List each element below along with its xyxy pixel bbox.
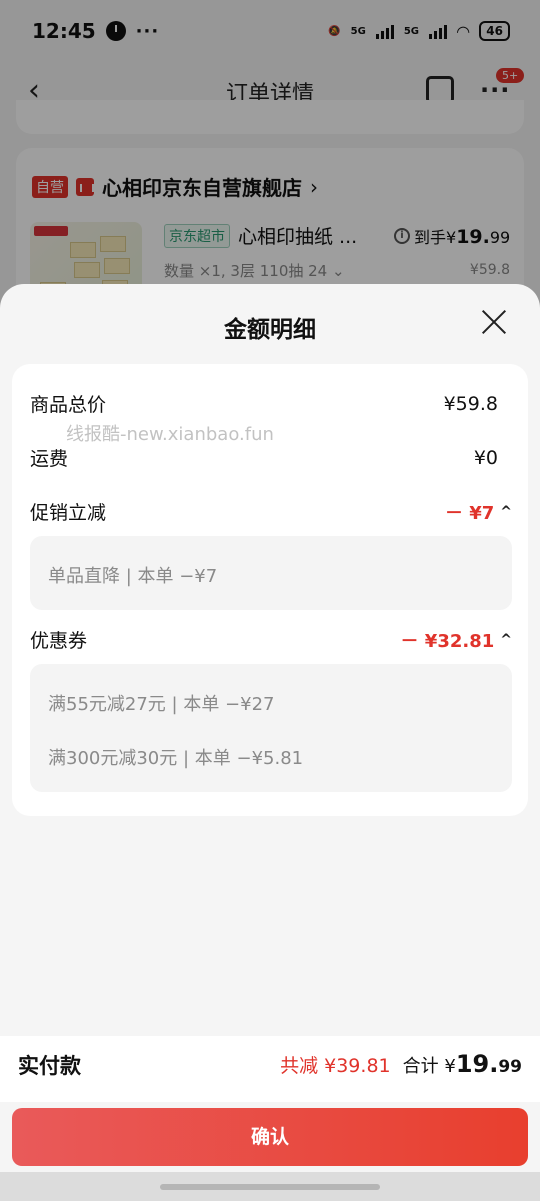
total-reduction: 共减 ¥39.81 bbox=[280, 1055, 391, 1077]
watermark: 线报酷-new.xianbao.fun bbox=[66, 424, 274, 445]
amount-detail-card: 商品总价 ¥59.8 线报酷-new.xianbao.fun 运费 ¥0 促销立… bbox=[12, 364, 528, 816]
row-promo[interactable]: 促销立减 － ¥7 ^ bbox=[30, 498, 512, 525]
sheet-title: 金额明细 bbox=[224, 317, 316, 343]
shipping-value: ¥0 bbox=[473, 446, 498, 469]
close-icon[interactable] bbox=[480, 308, 508, 336]
goods-total-label: 商品总价 bbox=[30, 394, 107, 416]
confirm-button[interactable]: 确认 bbox=[12, 1108, 528, 1166]
row-shipping: 运费 ¥0 bbox=[30, 444, 498, 471]
coupon-item: 满300元减30元 | 本单 −¥5.81 bbox=[48, 748, 304, 769]
promo-item: 单品直降 | 本单 −¥7 bbox=[48, 566, 218, 587]
promo-label: 促销立减 bbox=[30, 502, 107, 524]
home-indicator[interactable] bbox=[160, 1184, 380, 1190]
promo-detail-box: 单品直降 | 本单 −¥7 bbox=[30, 536, 512, 610]
shipping-label: 运费 bbox=[30, 448, 69, 470]
coupon-item: 满55元减27元 | 本单 −¥27 bbox=[48, 694, 275, 715]
total-amount: 合计 ¥19.99 bbox=[402, 1050, 522, 1078]
goods-total-value: ¥59.8 bbox=[443, 392, 498, 415]
row-goods-total: 商品总价 ¥59.8 bbox=[30, 390, 498, 417]
row-coupon[interactable]: 优惠券 － ¥32.81 ^ bbox=[30, 626, 512, 653]
promo-value[interactable]: － ¥7 ^ bbox=[445, 499, 512, 525]
actual-payment-label: 实付款 bbox=[18, 1054, 81, 1078]
coupon-label: 优惠券 bbox=[30, 630, 88, 652]
coupon-value[interactable]: － ¥32.81 ^ bbox=[401, 627, 512, 653]
chevron-up-icon: ^ bbox=[500, 503, 512, 520]
coupon-detail-box: 满55元减27元 | 本单 −¥27 满300元减30元 | 本单 −¥5.81 bbox=[30, 664, 512, 792]
chevron-up-icon: ^ bbox=[500, 631, 512, 648]
payment-summary-bar: 实付款 共减 ¥39.81 合计 ¥19.99 bbox=[0, 1036, 540, 1102]
